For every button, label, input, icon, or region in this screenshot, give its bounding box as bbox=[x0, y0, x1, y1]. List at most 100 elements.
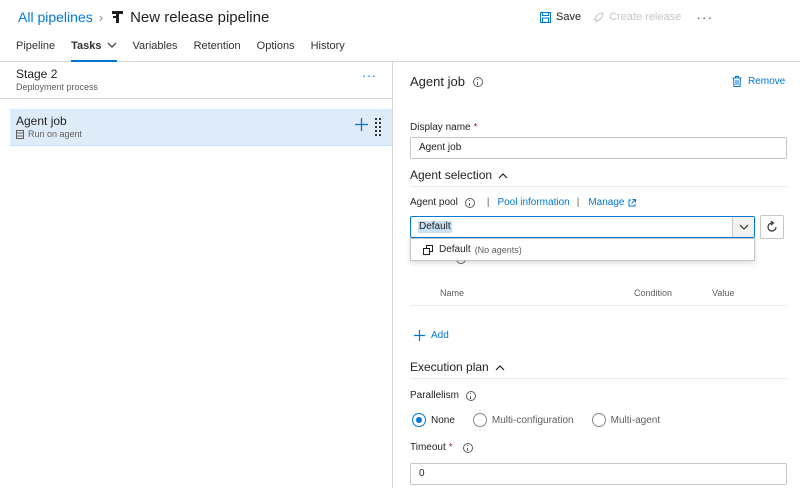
toolbar: Save Create release ··· bbox=[540, 9, 713, 25]
refresh-icon bbox=[767, 221, 777, 232]
column-header-condition: Condition bbox=[634, 288, 673, 298]
agent-job-row[interactable]: Agent job Run on agent bbox=[10, 109, 392, 146]
radio-selected-indicator bbox=[412, 413, 426, 427]
stage-tasks-pane: Stage 2 Deployment process ··· Agent job… bbox=[0, 62, 393, 488]
radio-indicator bbox=[472, 413, 487, 427]
separator: | bbox=[576, 197, 580, 208]
release-pipeline-icon bbox=[112, 11, 124, 23]
create-release-button[interactable]: Create release bbox=[593, 11, 681, 23]
dropdown-option-default[interactable]: Default (No agents) bbox=[423, 244, 522, 255]
tab-options[interactable]: Options bbox=[257, 40, 295, 62]
save-label: Save bbox=[556, 11, 582, 23]
tab-retention[interactable]: Retention bbox=[194, 40, 241, 62]
tab-variables[interactable]: Variables bbox=[133, 40, 178, 62]
demands-table-header: Name Condition Value bbox=[410, 284, 787, 306]
page-title: New release pipeline bbox=[130, 8, 270, 26]
create-release-label: Create release bbox=[609, 11, 682, 23]
tab-label: Options bbox=[256, 40, 295, 52]
tab-tasks[interactable]: Tasks bbox=[71, 40, 117, 62]
rocket-icon bbox=[593, 11, 604, 23]
save-button[interactable]: Save bbox=[540, 11, 581, 23]
tab-label: Retention bbox=[193, 40, 241, 52]
stage-name: Stage 2 bbox=[16, 67, 58, 81]
radio-indicator bbox=[591, 413, 606, 427]
server-icon bbox=[16, 129, 24, 139]
stage-header[interactable]: Stage 2 Deployment process ··· bbox=[0, 62, 392, 99]
breadcrumb-all-pipelines[interactable]: All pipelines bbox=[18, 9, 93, 25]
more-actions-button[interactable]: ··· bbox=[696, 10, 713, 24]
tab-label: Pipeline bbox=[16, 40, 56, 52]
timeout-label: Timeout * bbox=[410, 442, 473, 453]
required-mark: * bbox=[448, 442, 453, 453]
trash-icon bbox=[732, 76, 742, 87]
dropdown-option-note: (No agents) bbox=[474, 244, 522, 255]
top-header: All pipelines › New release pipeline Sav… bbox=[0, 0, 800, 62]
chevron-down-icon bbox=[107, 42, 116, 48]
separator: | bbox=[486, 197, 490, 208]
pool-information-link[interactable]: Pool information bbox=[497, 197, 569, 208]
external-link-icon bbox=[628, 198, 637, 206]
execution-plan-label: Execution plan bbox=[410, 360, 489, 374]
tab-history[interactable]: History bbox=[311, 40, 345, 62]
required-mark: * bbox=[473, 122, 478, 133]
agent-pool-selected-value: Default bbox=[418, 221, 452, 233]
breadcrumb: All pipelines › New release pipeline bbox=[18, 7, 269, 27]
tab-label: Variables bbox=[132, 40, 178, 52]
radio-multi-configuration[interactable]: Multi-configuration bbox=[472, 413, 574, 427]
display-name-label: Display name * bbox=[410, 122, 478, 133]
info-icon[interactable] bbox=[462, 442, 473, 453]
drag-handle-icon[interactable] bbox=[374, 117, 382, 137]
dropdown-option-label: Default bbox=[439, 244, 471, 255]
tab-label: History bbox=[310, 40, 345, 52]
radio-label: Multi-agent bbox=[610, 414, 661, 426]
radio-label: Multi-configuration bbox=[491, 414, 574, 426]
refresh-button[interactable] bbox=[760, 215, 784, 239]
tab-pipeline[interactable]: Pipeline bbox=[16, 40, 55, 62]
agent-pool-row: Agent pool | Pool information | Manage bbox=[410, 197, 637, 208]
chevron-up-icon bbox=[498, 172, 508, 178]
job-subtitle-text: Run on agent bbox=[28, 129, 83, 139]
radio-multi-agent[interactable]: Multi-agent bbox=[591, 413, 661, 427]
display-name-label-text: Display name bbox=[410, 122, 471, 133]
agent-pool-dropdown: Default (No agents) bbox=[410, 238, 755, 261]
plus-icon bbox=[414, 330, 425, 341]
tab-bar: Pipeline Tasks Variables Retention Optio… bbox=[16, 40, 361, 62]
column-header-name: Name bbox=[440, 288, 465, 298]
section-divider bbox=[410, 186, 787, 187]
column-header-value: Value bbox=[712, 288, 735, 298]
job-name: Agent job bbox=[16, 114, 67, 128]
chevron-right-icon: › bbox=[98, 9, 104, 25]
timeout-field[interactable]: 0 bbox=[410, 463, 787, 485]
detail-title-text: Agent job bbox=[410, 74, 465, 89]
stage-subtitle: Deployment process bbox=[16, 82, 99, 92]
add-demand-button[interactable]: Add bbox=[414, 330, 449, 341]
tab-label: Tasks bbox=[71, 40, 102, 52]
save-icon bbox=[540, 11, 551, 23]
info-icon[interactable] bbox=[472, 76, 483, 87]
agent-selection-header[interactable]: Agent selection bbox=[410, 168, 508, 182]
manage-link[interactable]: Manage bbox=[588, 197, 624, 208]
radio-none[interactable]: None bbox=[412, 413, 455, 427]
radio-label: None bbox=[431, 414, 455, 426]
chevron-down-icon bbox=[732, 217, 754, 237]
parallelism-label-text: Parallelism bbox=[410, 390, 459, 401]
job-detail-pane: Agent job Remove Display name * Agent job… bbox=[394, 62, 800, 488]
job-subtitle: Run on agent bbox=[16, 129, 82, 139]
info-icon[interactable] bbox=[464, 197, 475, 208]
agent-pool-select[interactable]: Default bbox=[410, 216, 755, 238]
execution-plan-header[interactable]: Execution plan bbox=[410, 360, 505, 374]
display-name-field[interactable]: Agent job bbox=[410, 137, 787, 159]
parallelism-label: Parallelism bbox=[410, 390, 476, 401]
parallelism-radio-group: None Multi-configuration Multi-agent bbox=[412, 413, 678, 427]
add-task-icon[interactable] bbox=[355, 118, 368, 131]
detail-title: Agent job bbox=[410, 74, 483, 89]
agent-pool-icon bbox=[423, 244, 433, 255]
timeout-label-text: Timeout bbox=[410, 442, 446, 453]
agent-pool-label: Agent pool bbox=[410, 197, 458, 208]
chevron-up-icon bbox=[495, 364, 505, 370]
remove-button[interactable]: Remove bbox=[732, 76, 785, 87]
section-divider bbox=[410, 378, 787, 379]
info-icon[interactable] bbox=[465, 390, 476, 401]
agent-selection-label: Agent selection bbox=[410, 168, 493, 182]
stage-more-button[interactable]: ··· bbox=[362, 69, 377, 82]
